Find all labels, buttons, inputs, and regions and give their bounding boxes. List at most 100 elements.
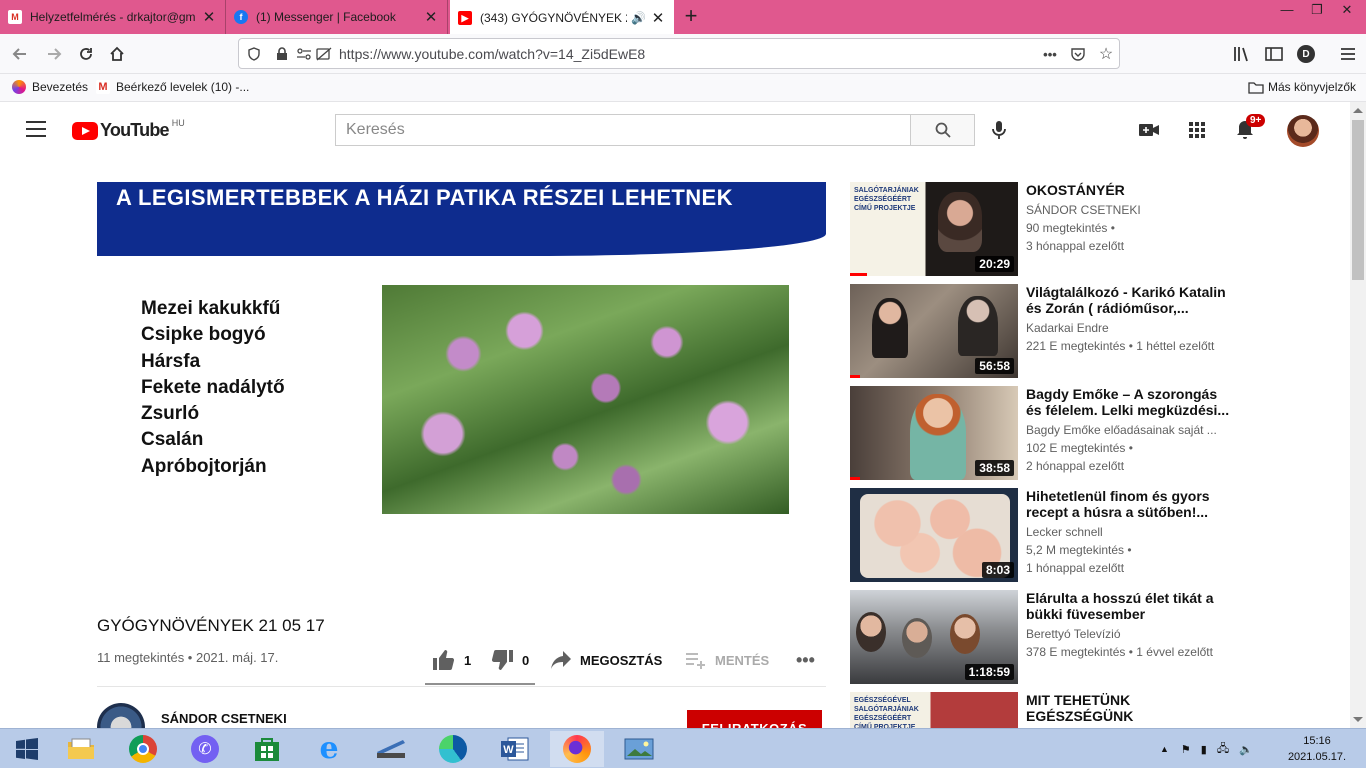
channel-name[interactable]: SÁNDOR CSETNEKI xyxy=(161,711,287,726)
channel-name[interactable]: SÁNDOR CSETNEKI xyxy=(1026,203,1236,217)
viber-icon[interactable]: ✆ xyxy=(178,731,232,767)
shield-icon[interactable] xyxy=(245,45,263,63)
video-title[interactable]: MIT TEHETÜNK EGÉSZSÉGÜNK MEGŐRZÉSE... xyxy=(1026,692,1236,724)
restore-button[interactable]: ❐ xyxy=(1302,0,1332,22)
slide-plant-list: Mezei kakukkfű Csipke bogyó Hársfa Feket… xyxy=(141,296,285,480)
search-input[interactable] xyxy=(336,115,911,145)
home-icon[interactable] xyxy=(103,40,131,68)
view-count: 102 E megtekintés • xyxy=(1026,441,1133,455)
recommended-video[interactable]: 38:58 Bagdy Emőke – A szorongás és félel… xyxy=(850,386,1240,480)
minimize-button[interactable]: — xyxy=(1272,0,1302,22)
video-title[interactable]: Hihetetlenül finom és gyors recept a hús… xyxy=(1026,488,1236,520)
recommended-video[interactable]: 56:58 Világtalálkozó - Karikó Katalin és… xyxy=(850,284,1240,378)
close-icon[interactable]: ✕ xyxy=(201,8,217,26)
tab-title: (1) Messenger | Facebook xyxy=(256,10,396,24)
channel-name[interactable]: Berettyó Televízió xyxy=(1026,627,1236,641)
photos-icon[interactable] xyxy=(612,731,666,767)
bookmark-star-icon[interactable]: ☆ xyxy=(1097,45,1115,63)
edge-icon[interactable] xyxy=(426,731,480,767)
menu-icon[interactable] xyxy=(1334,40,1362,68)
video-duration: 8:03 xyxy=(981,562,1014,578)
more-actions-icon[interactable]: ••• xyxy=(1041,45,1059,63)
more-options-icon[interactable]: ••• xyxy=(796,648,815,672)
video-duration: 1:18:59 xyxy=(964,664,1014,680)
back-icon[interactable] xyxy=(6,40,34,68)
new-tab-button[interactable]: + xyxy=(678,4,704,30)
system-clock[interactable]: 15:16 2021.05.17. xyxy=(1282,733,1352,765)
volume-icon[interactable]: 🔈 xyxy=(1239,743,1253,756)
bookmark-bevezetes[interactable]: Bevezetés xyxy=(12,80,88,94)
recommended-video[interactable]: EGÉSZSÉGÉVEL SALGÓTARJÁNIAK EGÉSZSÉGÉÉRT… xyxy=(850,692,1240,728)
video-title[interactable]: OKOSTÁNYÉR xyxy=(1026,182,1236,198)
create-video-icon[interactable] xyxy=(1137,118,1161,142)
video-thumbnail[interactable]: 56:58 xyxy=(850,284,1018,378)
apps-grid-icon[interactable] xyxy=(1185,118,1209,142)
close-window-button[interactable]: ✕ xyxy=(1332,0,1362,22)
tab-youtube[interactable]: ▶ (343) GYÓGYNÖVÉNYEK 21 🔊 ✕ xyxy=(450,0,674,36)
video-player[interactable]: A LEGISMERTEBBEK A HÁZI PATIKA RÉSZEI LE… xyxy=(97,182,826,592)
recommended-video[interactable]: 8:03 Hihetetlenül finom és gyors recept … xyxy=(850,488,1240,582)
scroll-down-icon[interactable] xyxy=(1353,717,1363,722)
video-title[interactable]: Bagdy Emőke – A szorongás és félelem. Le… xyxy=(1026,386,1236,418)
other-bookmarks[interactable]: Más könyvjelzők xyxy=(1248,80,1356,94)
video-title[interactable]: Elárulta a hosszú élet tikát a bükki füv… xyxy=(1026,590,1236,622)
video-thumbnail[interactable]: 8:03 xyxy=(850,488,1018,582)
scroll-thumb[interactable] xyxy=(1352,120,1364,280)
firefox-icon[interactable] xyxy=(550,731,604,767)
like-button[interactable]: 1 xyxy=(432,648,471,672)
dislike-button[interactable]: 0 xyxy=(490,648,529,672)
tab-gmail[interactable]: M Helyzetfelmérés - drkajtor@gm ✕ xyxy=(0,0,226,34)
start-windows-icon[interactable] xyxy=(0,731,54,767)
scanner-icon[interactable] xyxy=(364,731,418,767)
video-thumbnail[interactable]: 1:18:59 xyxy=(850,590,1018,684)
microsoft-store-icon[interactable] xyxy=(240,731,294,767)
scroll-up-icon[interactable] xyxy=(1353,108,1363,113)
watch-progress xyxy=(850,477,861,480)
page-scrollbar[interactable] xyxy=(1350,102,1366,728)
pocket-icon[interactable] xyxy=(1069,45,1087,63)
hamburger-menu-icon[interactable] xyxy=(26,121,46,137)
network-icon[interactable]: 🖧 xyxy=(1217,740,1229,759)
word-icon[interactable]: W xyxy=(488,731,542,767)
action-flag-icon[interactable]: ⚑ xyxy=(1181,743,1191,756)
recommended-video[interactable]: SALGÓTARJÁNIAK EGÉSZSÉGÉÉRT CÍMŰ PROJEKTJ… xyxy=(850,182,1240,276)
video-thumbnail[interactable]: EGÉSZSÉGÉVEL SALGÓTARJÁNIAK EGÉSZSÉGÉÉRT… xyxy=(850,692,1018,728)
autoplay-blocked-icon[interactable] xyxy=(315,45,333,63)
video-thumbnail[interactable]: 38:58 xyxy=(850,386,1018,480)
forward-icon[interactable] xyxy=(40,40,68,68)
search-button[interactable] xyxy=(910,114,975,146)
channel-name[interactable]: Lecker schnell xyxy=(1026,525,1236,539)
url-text[interactable]: https://www.youtube.com/watch?v=14_Zi5dE… xyxy=(339,46,645,62)
account-icon[interactable]: D xyxy=(1292,40,1320,68)
share-label: MEGOSZTÁS xyxy=(580,652,663,668)
reload-icon[interactable] xyxy=(72,40,100,68)
channel-name[interactable]: Bagdy Emőke előadásainak saját ... xyxy=(1026,423,1236,437)
show-hidden-icons-icon[interactable]: ▲ xyxy=(1160,744,1169,754)
permissions-icon[interactable] xyxy=(295,45,313,63)
library-icon[interactable] xyxy=(1228,40,1256,68)
youtube-play-icon xyxy=(72,121,98,140)
channel-name[interactable]: Kadarkai Endre xyxy=(1026,321,1236,335)
lock-icon[interactable] xyxy=(273,45,291,63)
close-icon[interactable]: ✕ xyxy=(423,8,439,26)
close-icon[interactable]: ✕ xyxy=(650,9,666,27)
bookmark-inbox[interactable]: M Beérkező levelek (10) -... xyxy=(96,80,249,94)
file-explorer-icon[interactable] xyxy=(54,731,108,767)
tab-messenger[interactable]: f (1) Messenger | Facebook ✕ xyxy=(226,0,448,34)
internet-explorer-icon[interactable]: e xyxy=(302,731,356,767)
upload-age: 1 hónappal ezelőtt xyxy=(1026,561,1125,575)
sidebar-icon[interactable] xyxy=(1260,40,1288,68)
microphone-icon[interactable] xyxy=(987,118,1011,142)
save-button[interactable]: MENTÉS xyxy=(685,648,769,672)
share-button[interactable]: MEGOSZTÁS xyxy=(550,648,662,672)
speaker-icon[interactable]: 🔊 xyxy=(631,11,646,25)
youtube-logo[interactable]: YouTube HU xyxy=(72,118,185,141)
recommended-video[interactable]: 1:18:59 Elárulta a hosszú élet tikát a b… xyxy=(850,590,1240,684)
address-bar[interactable]: https://www.youtube.com/watch?v=14_Zi5dE… xyxy=(238,38,1120,69)
video-thumbnail[interactable]: SALGÓTARJÁNIAK EGÉSZSÉGÉÉRT CÍMŰ PROJEKTJ… xyxy=(850,182,1018,276)
chrome-icon[interactable] xyxy=(116,731,170,767)
screen: M Helyzetfelmérés - drkajtor@gm ✕ f (1) … xyxy=(0,0,1366,768)
battery-icon[interactable]: ▮ xyxy=(1201,743,1207,756)
video-title[interactable]: Világtalálkozó - Karikó Katalin és Zorán… xyxy=(1026,284,1236,316)
user-avatar[interactable] xyxy=(1287,115,1319,147)
